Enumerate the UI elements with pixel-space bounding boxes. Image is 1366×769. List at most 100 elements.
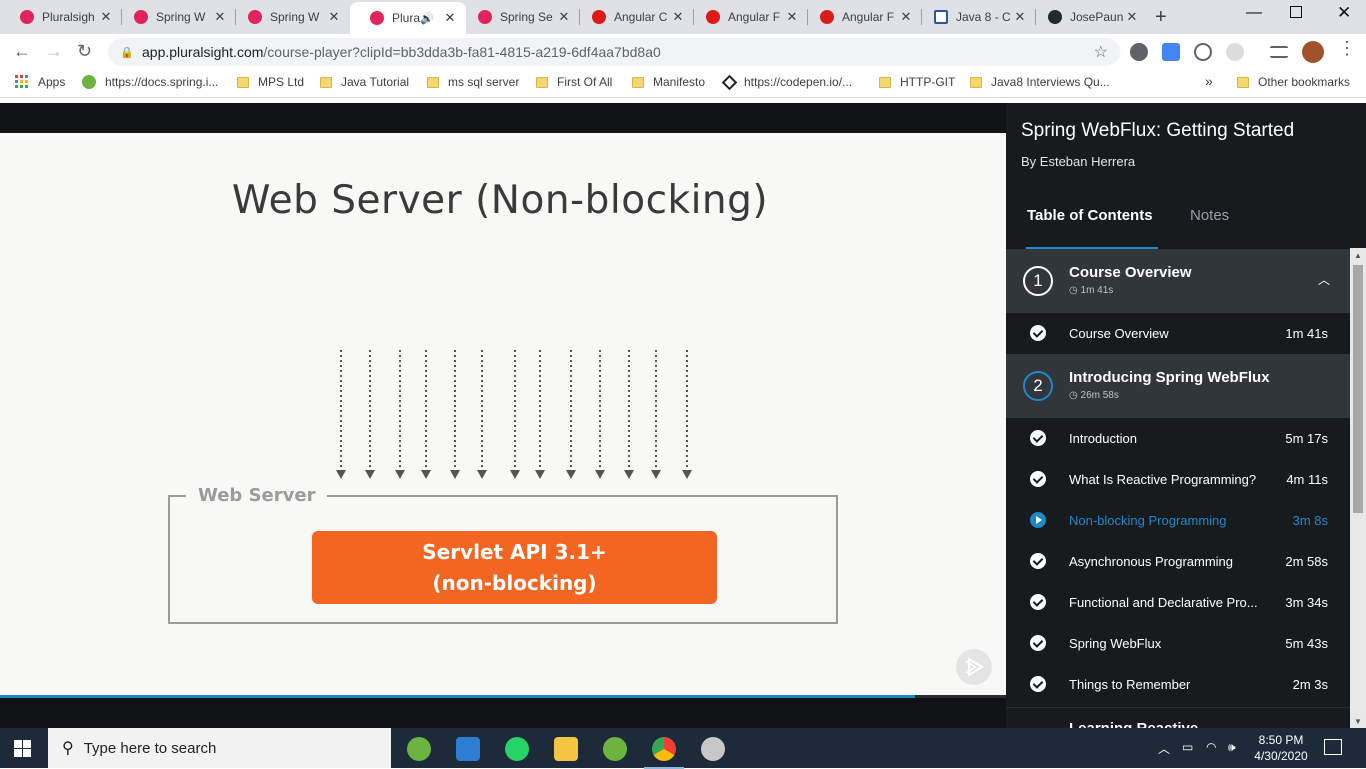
request-arrow: [624, 350, 634, 479]
notifications-icon[interactable]: [1324, 739, 1342, 755]
browser-tab[interactable]: Spring Se ✕: [458, 0, 580, 34]
battery-icon[interactable]: ▭: [1182, 740, 1193, 754]
avatar[interactable]: [1302, 41, 1324, 63]
clip-duration: 3m 34s: [1285, 595, 1328, 610]
browser-tab[interactable]: Spring W ✕: [228, 0, 350, 34]
completed-check-icon: [1030, 635, 1046, 651]
extension-icon[interactable]: [1226, 43, 1244, 61]
tab-table-of-contents[interactable]: Table of Contents: [1027, 207, 1153, 224]
module-duration-text: 26m 58s: [1080, 390, 1119, 401]
close-tab-icon[interactable]: ✕: [442, 10, 458, 26]
scrollbar-thumb[interactable]: [1353, 265, 1363, 513]
browser-tab[interactable]: Java 8 - C ✕: [914, 0, 1036, 34]
close-tab-icon[interactable]: ✕: [98, 9, 114, 25]
course-sidebar: Spring WebFlux: Getting Started By Esteb…: [1006, 103, 1366, 728]
clip-item[interactable]: Spring WebFlux 5m 43s: [1006, 623, 1350, 664]
module-header[interactable]: Learning Reactive: [1006, 707, 1350, 728]
show-hidden-icons-icon[interactable]: ︿: [1158, 740, 1170, 757]
chevron-up-icon[interactable]: ︿: [1318, 271, 1330, 288]
other-bookmarks[interactable]: Other bookmarks: [1237, 75, 1350, 89]
taskbar-search[interactable]: ⚲ Type here to search: [48, 728, 391, 768]
bookmark-star-icon[interactable]: ☆: [1094, 42, 1108, 62]
close-tab-icon[interactable]: ✕: [1012, 9, 1028, 25]
tab-title: Spring W: [156, 10, 206, 24]
photos-icon[interactable]: [456, 737, 480, 761]
spring-tool-suite-icon[interactable]: [603, 737, 627, 761]
tab-notes[interactable]: Notes: [1190, 207, 1229, 224]
pluralsight-icon: [20, 10, 34, 24]
browser-tab[interactable]: Angular C ✕: [572, 0, 694, 34]
url-text[interactable]: app.pluralsight.com/course-player?clipId…: [142, 44, 661, 60]
chrome-icon[interactable]: [644, 737, 684, 769]
bookmark-folder[interactable]: Java8 Interviews Qu...: [970, 75, 1110, 89]
browser-tab[interactable]: Angular F ✕: [686, 0, 808, 34]
media-control-icon[interactable]: [1270, 46, 1288, 58]
more-menu-icon[interactable]: ⋮: [1338, 38, 1356, 59]
bookmark-folder[interactable]: Manifesto: [632, 75, 705, 89]
clip-item[interactable]: Asynchronous Programming 2m 58s: [1006, 541, 1350, 582]
sidebar-scrollbar[interactable]: ▲ ▼: [1350, 248, 1366, 728]
bookmark-codepen[interactable]: https://codepen.io/...: [721, 74, 852, 90]
extension-icon[interactable]: [1130, 43, 1148, 61]
forward-icon[interactable]: →: [45, 41, 63, 62]
close-tab-icon[interactable]: ✕: [212, 9, 228, 25]
bookmark-spring-docs[interactable]: https://docs.spring.i...: [82, 75, 218, 89]
close-tab-icon[interactable]: ✕: [1124, 9, 1140, 25]
clip-item[interactable]: Functional and Declarative Pro... 3m 34s: [1006, 582, 1350, 623]
pluralsight-icon: [134, 10, 148, 24]
taskbar-clock[interactable]: 8:50 PM 4/30/2020: [1246, 732, 1316, 764]
close-window-icon[interactable]: ✕: [1337, 3, 1351, 23]
clock-icon: ◷: [1069, 390, 1081, 401]
request-arrow: [421, 350, 431, 479]
close-tab-icon[interactable]: ✕: [326, 9, 342, 25]
module-header[interactable]: 2 Introducing Spring WebFlux ◷ 26m 58s: [1006, 354, 1350, 418]
bookmark-label: Java Tutorial: [341, 75, 410, 89]
browser-tab[interactable]: Angular F ✕: [800, 0, 922, 34]
browser-tab[interactable]: Pluralsigh ✕: [0, 0, 122, 34]
bookmark-folder[interactable]: HTTP-GIT: [879, 75, 955, 89]
bookmarks-overflow-icon[interactable]: »: [1205, 73, 1213, 89]
bookmark-apps[interactable]: Apps: [15, 75, 65, 89]
tab-title: Java 8 - C: [956, 10, 1011, 24]
bookmark-folder[interactable]: First Of All: [536, 75, 612, 89]
close-tab-icon[interactable]: ✕: [784, 9, 800, 25]
module-header[interactable]: 1 Course Overview ◷ 1m 41s ︿: [1006, 249, 1350, 313]
bookmark-folder[interactable]: Java Tutorial: [320, 75, 409, 89]
java-icon: [934, 10, 948, 24]
clip-item[interactable]: Things to Remember 2m 3s: [1006, 664, 1350, 705]
spring-tool-suite-icon[interactable]: [407, 737, 431, 761]
browser-tab[interactable]: Spring W ✕: [114, 0, 236, 34]
browser-tab-active[interactable]: Plura 🔊 ✕: [350, 2, 466, 34]
minimize-icon[interactable]: —: [1246, 4, 1262, 22]
paint-icon[interactable]: [701, 737, 725, 761]
bookmark-folder[interactable]: ms sql server: [427, 75, 519, 89]
wifi-icon[interactable]: ◠: [1206, 740, 1216, 754]
close-tab-icon[interactable]: ✕: [556, 9, 572, 25]
clip-item[interactable]: Introduction 5m 17s: [1006, 418, 1350, 459]
close-tab-icon[interactable]: ✕: [898, 9, 914, 25]
scroll-up-icon[interactable]: ▲: [1350, 251, 1366, 260]
maximize-icon[interactable]: [1290, 6, 1302, 18]
completed-check-icon: [1030, 325, 1046, 341]
clip-item[interactable]: Course Overview 1m 41s: [1006, 313, 1350, 354]
reload-icon[interactable]: ↻: [77, 41, 92, 62]
volume-icon[interactable]: 🕪: [1228, 740, 1236, 755]
slide-title: Web Server (Non-blocking): [231, 178, 769, 223]
whatsapp-icon[interactable]: [505, 737, 529, 761]
video-player[interactable]: Web Server (Non-blocking) Web Server Ser…: [0, 133, 1006, 696]
address-bar[interactable]: 🔒 app.pluralsight.com/course-player?clip…: [108, 38, 1120, 66]
close-tab-icon[interactable]: ✕: [670, 9, 686, 25]
new-tab-icon[interactable]: +: [1155, 6, 1167, 29]
browser-tab[interactable]: JosePaun ✕: [1028, 0, 1148, 34]
windows-start-icon[interactable]: [14, 740, 31, 757]
bookmark-folder[interactable]: MPS Ltd: [237, 75, 304, 89]
file-explorer-icon[interactable]: [554, 737, 578, 761]
speaker-icon[interactable]: 🔊: [420, 12, 434, 25]
clip-item-current[interactable]: Non-blocking Programming 3m 8s: [1006, 500, 1350, 541]
clip-item[interactable]: What Is Reactive Programming? 4m 11s: [1006, 459, 1350, 500]
back-icon[interactable]: ←: [13, 41, 31, 62]
translate-icon[interactable]: [1162, 43, 1180, 61]
folder-icon: [879, 76, 891, 88]
extension-icon[interactable]: [1194, 43, 1212, 61]
scroll-down-icon[interactable]: ▼: [1350, 717, 1366, 726]
